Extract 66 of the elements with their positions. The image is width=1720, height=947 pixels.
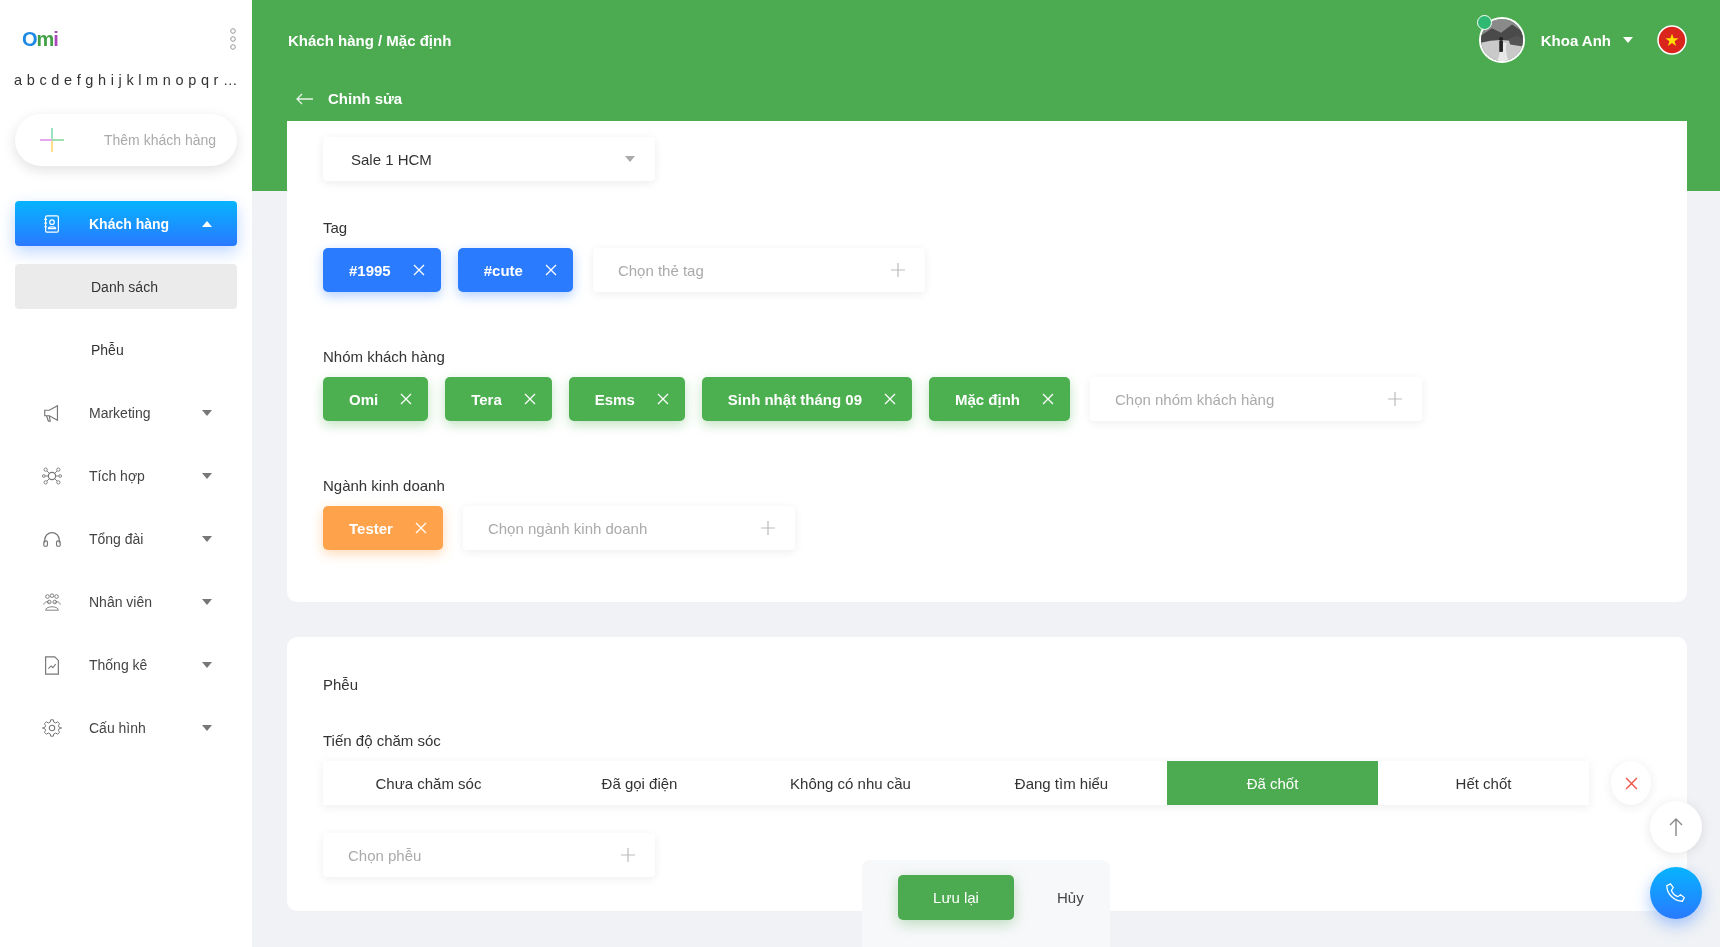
owner-select[interactable]: Sale 1 HCM bbox=[323, 137, 655, 181]
section-title: Phễu bbox=[323, 675, 360, 695]
close-icon[interactable] bbox=[400, 393, 413, 405]
back-arrow-icon[interactable] bbox=[296, 92, 314, 105]
stage-tab[interactable]: Đã gọi điện bbox=[534, 761, 745, 805]
cancel-button[interactable]: Hủy bbox=[1051, 885, 1090, 910]
plus-icon bbox=[621, 848, 635, 862]
chip: Sinh nhật tháng 09 bbox=[701, 377, 912, 421]
stage-tab[interactable]: Không có nhu cầu bbox=[745, 761, 956, 805]
clear-button[interactable] bbox=[1611, 761, 1651, 805]
breadcrumb: Khách hàng / Mặc định bbox=[288, 31, 453, 49]
chip: Esms bbox=[568, 377, 685, 421]
chip: #1995 bbox=[323, 248, 441, 292]
chip: Tester bbox=[323, 506, 443, 550]
alphabet-filter[interactable]: a b c d e f g h i j k l m n o p q r … bbox=[14, 72, 238, 88]
contact-book-icon bbox=[42, 213, 62, 234]
network-icon bbox=[42, 465, 62, 486]
nav-item[interactable]: Cấu hình bbox=[15, 705, 237, 750]
plus-icon bbox=[890, 263, 905, 277]
caret-icon bbox=[625, 156, 635, 162]
caret-icon bbox=[202, 724, 212, 731]
chip: Omi bbox=[323, 377, 429, 421]
caret-icon bbox=[202, 535, 212, 542]
caret-icon bbox=[202, 598, 212, 605]
stage-tab[interactable]: Hết chốt bbox=[1378, 761, 1589, 805]
nav-item[interactable]: Thống kê bbox=[15, 642, 237, 687]
close-icon bbox=[1624, 776, 1638, 790]
chip: #cute bbox=[457, 248, 573, 292]
caret-icon bbox=[202, 472, 212, 479]
nav-item[interactable]: Tích hợp bbox=[15, 453, 237, 498]
settings-icon bbox=[42, 717, 62, 738]
phone-icon bbox=[1665, 882, 1687, 904]
people-icon bbox=[42, 591, 62, 612]
caret-icon bbox=[202, 220, 212, 227]
close-icon[interactable] bbox=[523, 393, 536, 405]
nav-subitem[interactable]: Danh sách bbox=[15, 264, 237, 309]
chip: Mặc định bbox=[929, 377, 1070, 421]
stage-tab[interactable]: Đang tìm hiểu bbox=[956, 761, 1167, 805]
close-icon[interactable] bbox=[412, 264, 425, 276]
field-label: Tiến độ chăm sóc bbox=[323, 731, 442, 751]
close-icon[interactable] bbox=[656, 393, 669, 405]
chart-document-icon bbox=[42, 654, 62, 675]
app-logo: Omi bbox=[22, 27, 58, 51]
close-icon[interactable] bbox=[544, 264, 557, 276]
caret-icon bbox=[202, 661, 212, 668]
nav-subitem[interactable]: Phễu bbox=[15, 327, 237, 372]
plus-icon bbox=[760, 521, 775, 535]
close-icon[interactable] bbox=[1042, 393, 1054, 405]
close-icon[interactable] bbox=[414, 522, 427, 534]
caret-icon bbox=[202, 409, 212, 416]
nav-item[interactable]: Marketing bbox=[15, 390, 237, 435]
field-label: Nhóm khách hàng bbox=[323, 347, 446, 367]
plus-icon bbox=[1388, 392, 1402, 406]
arrow-up-icon bbox=[1669, 818, 1683, 836]
stage-tab[interactable]: Chưa chăm sóc bbox=[323, 761, 534, 805]
more-icon[interactable] bbox=[229, 28, 237, 50]
nav-item[interactable]: Tổng đài bbox=[15, 516, 237, 561]
plus-icon bbox=[40, 128, 64, 152]
page-title: Chỉnh sửa bbox=[328, 90, 403, 107]
field-label: Tag bbox=[323, 218, 349, 238]
close-icon[interactable] bbox=[884, 393, 896, 405]
caret-icon bbox=[1623, 37, 1633, 43]
chip: Tera bbox=[445, 377, 552, 421]
field-label: Ngành kinh doanh bbox=[323, 476, 446, 496]
nav-item[interactable]: Nhân viên bbox=[15, 579, 237, 624]
flag-icon[interactable] bbox=[1657, 25, 1687, 55]
